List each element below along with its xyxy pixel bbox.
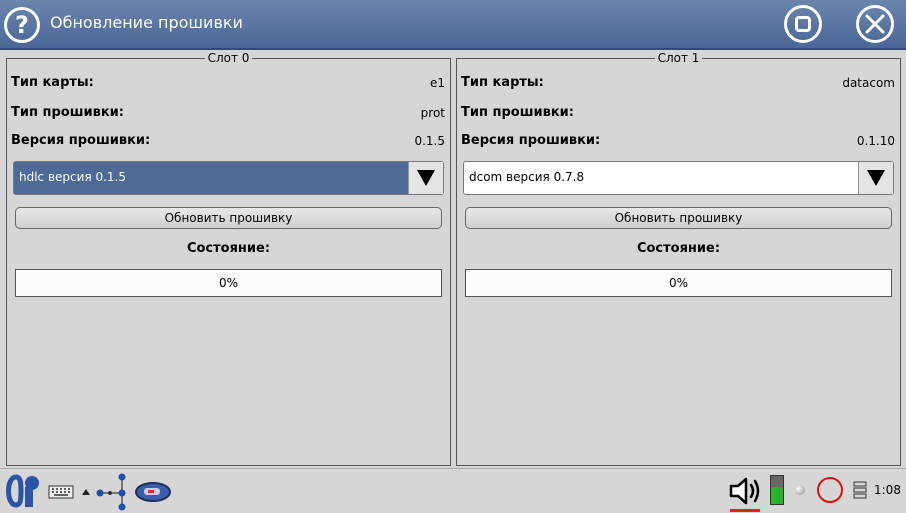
progress-bar: 0%	[15, 269, 442, 297]
slot-1-panel: Слот 1 Тип карты: datacom Тип прошивки: …	[456, 51, 901, 466]
state-label: Состояние:	[636, 241, 721, 256]
card-type-label: Тип карты:	[461, 75, 544, 90]
taskbar: 1:08	[0, 468, 906, 513]
firmware-select[interactable]: dcom версия 0.7.8	[463, 161, 894, 195]
firmware-version-label: Версия прошивки:	[11, 133, 151, 148]
progress-text: 0%	[668, 276, 689, 290]
help-icon[interactable]: ?	[4, 7, 40, 43]
firmware-type-row: Тип прошивки:	[461, 103, 895, 123]
card-type-label: Тип карты:	[11, 75, 94, 90]
device-icon[interactable]	[134, 481, 172, 503]
firmware-type-label: Тип прошивки:	[461, 105, 574, 120]
firmware-version-value: 0.1.10	[856, 134, 895, 148]
card-type-value: e1	[429, 76, 445, 90]
update-firmware-button[interactable]: Обновить прошивку	[15, 207, 442, 229]
clock: 1:08	[874, 483, 901, 497]
card-type-value: datacom	[842, 76, 895, 90]
slot-0-legend: Слот 0	[204, 51, 253, 65]
firmware-type-row: Тип прошивки: prot	[11, 103, 445, 123]
title-bar: ? Обновление прошивки	[0, 0, 906, 50]
battery-icon[interactable]	[770, 475, 784, 505]
arrow-up-icon[interactable]	[82, 489, 90, 495]
firmware-select[interactable]: hdlc версия 0.1.5	[13, 161, 444, 195]
window-title: Обновление прошивки	[50, 13, 243, 32]
firmware-select-value: hdlc версия 0.1.5	[19, 170, 127, 184]
firmware-version-label: Версия прошивки:	[461, 133, 601, 148]
slot-1-legend: Слот 1	[654, 51, 703, 65]
status-dot-icon	[795, 485, 805, 495]
maximize-icon[interactable]	[784, 5, 822, 43]
state-label: Состояние:	[186, 241, 271, 256]
firmware-version-row: Версия прошивки: 0.1.5	[11, 131, 445, 151]
speaker-icon[interactable]	[728, 475, 764, 507]
firmware-version-row: Версия прошивки: 0.1.10	[461, 131, 895, 151]
close-icon[interactable]	[856, 5, 894, 43]
keyboard-icon[interactable]	[48, 485, 74, 499]
card-type-row: Тип карты: e1	[11, 73, 445, 93]
chevron-down-icon[interactable]	[408, 162, 443, 194]
firmware-version-value: 0.1.5	[414, 134, 445, 148]
firmware-select-value: dcom версия 0.7.8	[469, 170, 585, 184]
chevron-down-icon[interactable]	[858, 162, 893, 194]
progress-bar: 0%	[465, 269, 892, 297]
firmware-type-label: Тип прошивки:	[11, 105, 124, 120]
record-icon[interactable]	[817, 477, 843, 503]
update-firmware-button[interactable]: Обновить прошивку	[465, 207, 892, 229]
progress-text: 0%	[218, 276, 239, 290]
network-icon[interactable]	[96, 471, 130, 511]
menu-icon[interactable]	[852, 481, 868, 499]
slot-0-panel: Слот 0 Тип карты: e1 Тип прошивки: prot …	[6, 51, 451, 466]
start-menu-icon[interactable]	[4, 473, 44, 509]
firmware-type-value: prot	[420, 106, 445, 120]
card-type-row: Тип карты: datacom	[461, 73, 895, 93]
